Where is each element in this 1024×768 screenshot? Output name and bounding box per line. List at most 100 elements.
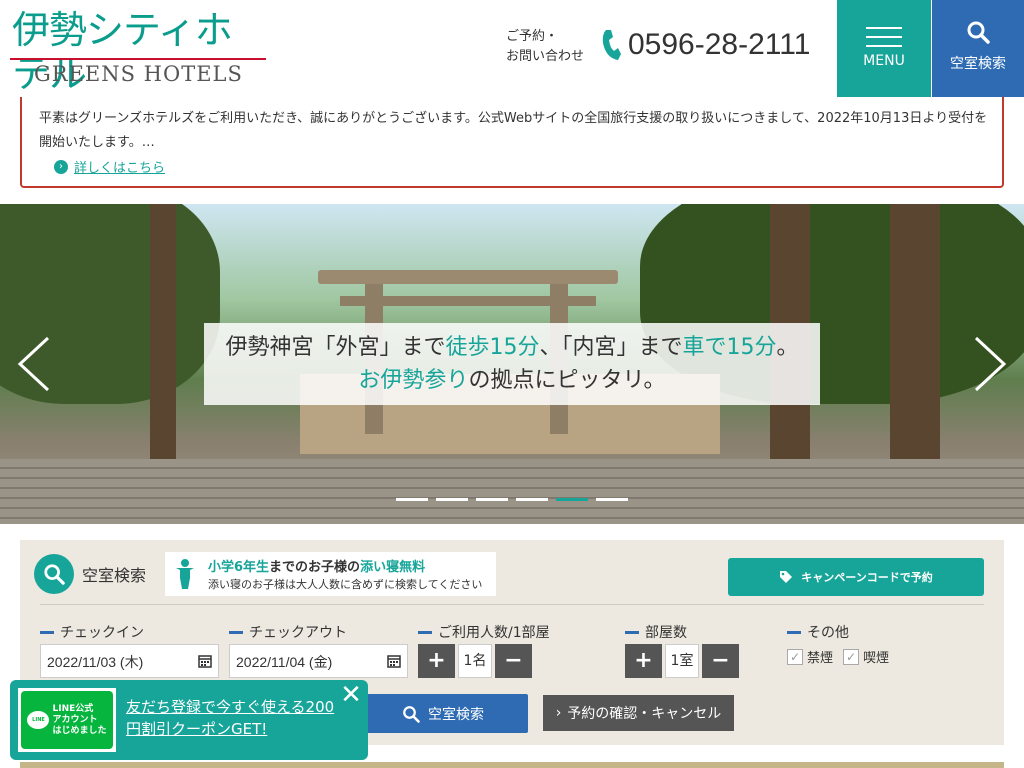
line-icon: LINE xyxy=(27,711,50,729)
checkin-value: 2022/11/03 (木) xyxy=(47,654,144,670)
hero-text: 、「内宮」まで xyxy=(539,335,683,360)
chevron-right-icon: › xyxy=(54,159,68,174)
guests-label: ご利用人数/1部屋 xyxy=(418,622,550,642)
search-icon xyxy=(34,554,74,594)
rooms-label-text: 部屋数 xyxy=(645,625,687,641)
line-badge-text: アカウント xyxy=(52,714,98,725)
hero-caption-line2: お伊勢参りの拠点にピッタリ。 xyxy=(204,364,820,397)
rooms-decrement-button[interactable]: − xyxy=(702,644,739,678)
notice-details-link[interactable]: › 詳しくはこちら xyxy=(54,157,165,176)
calendar-icon[interactable] xyxy=(198,654,212,668)
checkout-label-text: チェックアウト xyxy=(249,625,347,641)
phone-text: 0596-28-2111 xyxy=(628,28,811,61)
hero-highlight: 徒歩15分 xyxy=(445,335,540,360)
hamburger-icon xyxy=(866,27,902,54)
line-badge-text: LINE公式 xyxy=(52,703,94,714)
contact-label-line1: ご予約・ xyxy=(506,29,559,44)
chevron-right-icon[interactable] xyxy=(970,334,1010,394)
phone-icon xyxy=(602,30,621,60)
notice-link-text: 詳しくはこちら xyxy=(74,161,166,176)
panel-divider xyxy=(40,604,984,605)
kids-highlight: 小学6年生 xyxy=(208,560,270,575)
phone-number[interactable]: 0596-28-2111 xyxy=(600,28,810,62)
close-icon[interactable]: ✕ xyxy=(338,682,364,708)
label-bar xyxy=(40,630,54,634)
header-search-label: 空室検索 xyxy=(950,56,1006,72)
reservation-confirm-button[interactable]: › 予約の確認・キャンセル xyxy=(543,695,734,731)
child-icon xyxy=(176,559,194,589)
vacancy-search-button[interactable]: 空室検索 xyxy=(358,694,528,733)
kids-text: までのお子様の xyxy=(269,560,361,575)
checkin-label: チェックイン xyxy=(40,622,144,642)
line-logo: LINE LINE公式 アカウント はじめました xyxy=(21,691,113,749)
search-icon xyxy=(967,21,990,44)
line-badge-text: はじめました xyxy=(52,725,107,736)
label-bar xyxy=(625,630,639,634)
hero-text: の拠点にピッタリ。 xyxy=(468,368,666,393)
nonsmoking-label: 禁煙 xyxy=(807,651,834,666)
smoking-checkbox[interactable]: ✓ 喫煙 xyxy=(843,647,889,666)
logo-divider xyxy=(10,58,266,60)
rooms-label: 部屋数 xyxy=(625,622,687,642)
tree-trunk xyxy=(150,204,176,464)
chevron-left-icon[interactable] xyxy=(14,334,54,394)
hero-caption: 伊勢神宮「外宮」まで徒歩15分、「内宮」まで車で15分。 お伊勢参りの拠点にピッ… xyxy=(204,323,820,405)
kids-notice-line1: 小学6年生までのお子様の添い寝無料 xyxy=(208,556,425,575)
slider-dots xyxy=(396,498,628,501)
vacancy-search-label: 空室検索 xyxy=(428,706,484,723)
header-search-button[interactable]: 空室検索 xyxy=(932,0,1024,97)
checkbox-icon: ✓ xyxy=(787,648,803,665)
campaign-code-button[interactable]: キャンペーンコードで予約 xyxy=(728,558,984,596)
hero-caption-line1: 伊勢神宮「外宮」まで徒歩15分、「内宮」まで車で15分。 xyxy=(204,331,820,364)
slider-dot[interactable] xyxy=(436,498,468,501)
slider-dot[interactable] xyxy=(596,498,628,501)
line-account-badge[interactable]: LINE LINE公式 アカウント はじめました xyxy=(18,688,116,752)
search-title-text: 空室検索 xyxy=(82,566,147,585)
chevron-right-icon: › xyxy=(555,705,562,721)
kids-highlight: 添い寝無料 xyxy=(360,560,426,575)
hotel-logo[interactable]: 伊勢シティホテル GREENS HOTELS xyxy=(10,8,268,96)
line-coupon-link[interactable]: 友だち登録で今すぐ使える200円割引クーポンGET! xyxy=(126,696,346,740)
search-panel-title: 空室検索 xyxy=(34,554,146,594)
checkin-date-input[interactable]: 2022/11/03 (木) xyxy=(40,644,219,678)
hero-highlight: 車で15分 xyxy=(682,335,777,360)
hero-text: 伊勢神宮「外宮」まで xyxy=(225,335,446,360)
guests-decrement-button[interactable]: − xyxy=(495,644,532,678)
calendar-icon[interactable] xyxy=(387,654,401,668)
stone-steps xyxy=(0,459,1024,524)
slider-dot[interactable] xyxy=(516,498,548,501)
kids-notice-line2: 添い寝のお子様は大人人数に含めずに検索してください xyxy=(208,578,483,591)
checkbox-icon: ✓ xyxy=(843,648,859,665)
slider-dot[interactable] xyxy=(396,498,428,501)
slider-dot-active[interactable] xyxy=(556,498,588,501)
label-bar xyxy=(229,630,243,634)
guests-increment-button[interactable]: + xyxy=(418,644,455,678)
kids-free-notice: 小学6年生までのお子様の添い寝無料 添い寝のお子様は大人人数に含めずに検索してく… xyxy=(165,552,496,596)
label-bar xyxy=(787,630,801,634)
hero-slider: 伊勢神宮「外宮」まで徒歩15分、「内宮」まで車で15分。 お伊勢参りの拠点にピッ… xyxy=(0,204,1024,524)
reservation-confirm-label: 予約の確認・キャンセル xyxy=(567,706,722,722)
search-icon xyxy=(403,705,420,723)
slider-dot[interactable] xyxy=(476,498,508,501)
logo-english: GREENS HOTELS xyxy=(34,62,243,86)
checkout-value: 2022/11/04 (金) xyxy=(236,654,333,670)
site-header: 伊勢シティホテル GREENS HOTELS ご予約・ お問い合わせ 0596-… xyxy=(0,0,1024,97)
menu-button[interactable]: MENU xyxy=(837,0,931,97)
tag-icon xyxy=(780,571,793,583)
notice-body: 平素はグリーンズホテルズをご利用いただき、誠にありがとうございます。公式Webサ… xyxy=(39,111,988,150)
hero-text: 。 xyxy=(776,335,799,360)
guests-value: 1名 xyxy=(458,644,492,678)
smoking-label: 喫煙 xyxy=(863,651,890,666)
label-bar xyxy=(418,630,432,634)
rooms-increment-button[interactable]: + xyxy=(625,644,662,678)
campaign-code-label: キャンペーンコードで予約 xyxy=(801,571,933,584)
torii-gate xyxy=(318,270,618,284)
checkout-date-input[interactable]: 2022/11/04 (金) xyxy=(229,644,408,678)
contact-label-line2: お問い合わせ xyxy=(506,49,585,64)
nonsmoking-checkbox[interactable]: ✓ 禁煙 xyxy=(787,647,833,666)
guests-label-text: ご利用人数/1部屋 xyxy=(438,625,550,641)
contact-label: ご予約・ お問い合わせ xyxy=(506,27,596,67)
rooms-value: 1室 xyxy=(665,644,699,678)
other-label: その他 xyxy=(787,622,849,642)
other-label-text: その他 xyxy=(807,625,849,641)
